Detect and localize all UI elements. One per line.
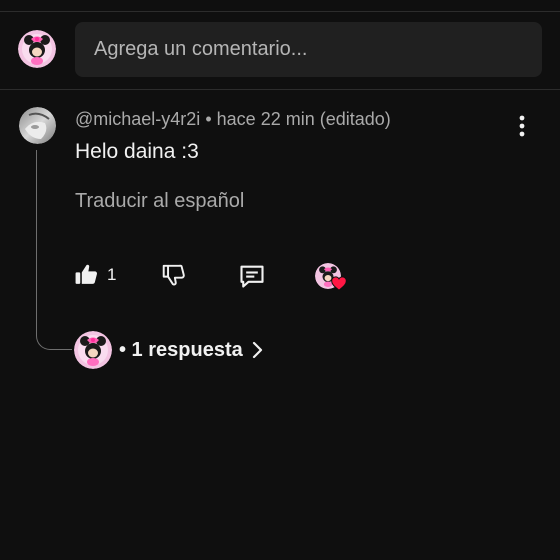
more-options-button[interactable] xyxy=(508,113,536,139)
reply-author-avatar xyxy=(74,331,112,369)
more-vert-icon xyxy=(519,115,525,137)
comment-meta: @michael-y4r2i • hace 22 min (editado) xyxy=(75,109,391,130)
comment-time: hace 22 min (editado) xyxy=(216,109,391,129)
comments-panel: @michael-y4r2i • hace 22 min (editado) H… xyxy=(0,0,560,560)
reply-button[interactable] xyxy=(238,262,266,295)
thumb-up-filled-icon xyxy=(75,264,98,284)
top-divider xyxy=(0,11,560,12)
comment-reply-icon xyxy=(240,265,264,288)
creator-heart-badge xyxy=(315,263,349,293)
dislike-button[interactable] xyxy=(161,262,187,293)
like-count: 1 xyxy=(107,264,117,284)
reply-thread-line xyxy=(36,150,72,350)
comment-author[interactable]: @michael-y4r2i xyxy=(75,109,200,129)
thumb-down-outline-icon xyxy=(162,264,185,286)
meta-separator: • xyxy=(205,109,212,129)
like-button[interactable]: 1 xyxy=(74,262,116,287)
translate-link[interactable]: Traducir al español xyxy=(75,190,244,213)
comment-author-avatar[interactable] xyxy=(19,107,56,144)
comment-input[interactable] xyxy=(75,22,542,77)
current-user-avatar xyxy=(18,30,56,68)
section-divider xyxy=(0,89,560,90)
comment-text: Helo daina :3 xyxy=(75,140,199,163)
replies-toggle[interactable]: • 1 respuesta xyxy=(74,331,263,369)
creator-heart-icon xyxy=(331,276,347,291)
chevron-right-icon xyxy=(251,341,263,359)
replies-label: • 1 respuesta xyxy=(119,338,243,361)
